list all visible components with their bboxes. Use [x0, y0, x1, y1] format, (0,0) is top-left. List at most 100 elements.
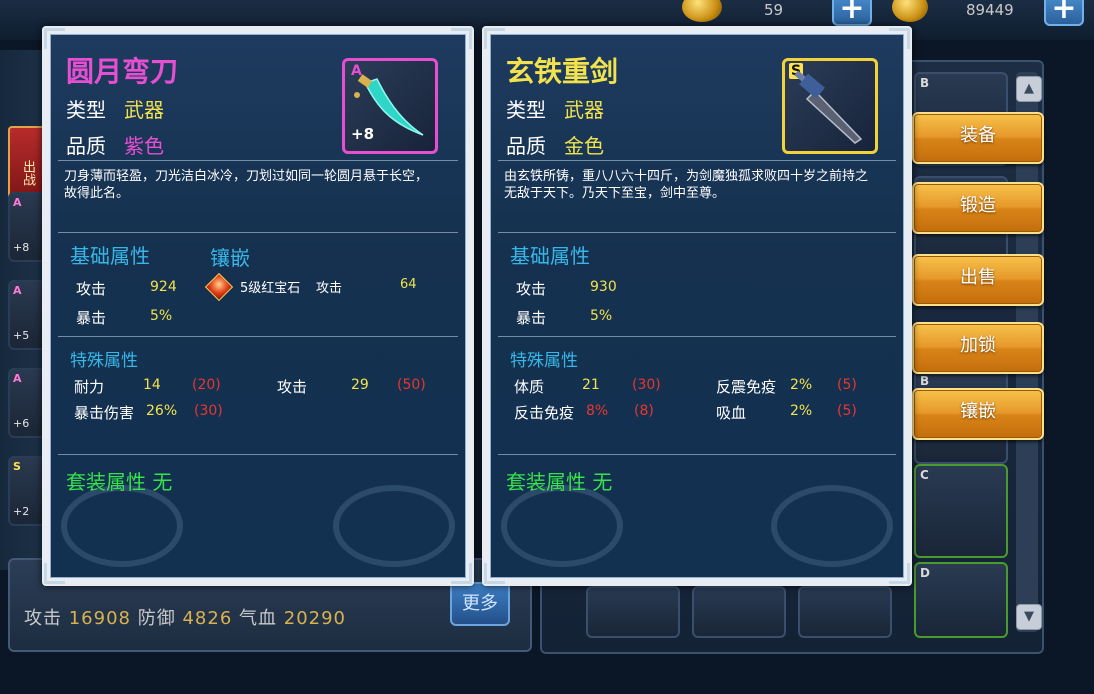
- copper-coin-icon: [892, 0, 928, 22]
- gem-name: 5级红宝石: [240, 281, 301, 296]
- equip-button[interactable]: 装备: [912, 112, 1044, 164]
- inlay-button[interactable]: 镶嵌: [912, 388, 1044, 440]
- more-button[interactable]: 更多: [450, 582, 510, 626]
- quality-label: 品质: [506, 134, 546, 158]
- stat-value: 2%: [790, 377, 813, 393]
- base-attributes-title: 基础属性: [510, 244, 590, 268]
- gold-ingot-icon: [682, 0, 722, 22]
- divider: [58, 160, 458, 161]
- slot-grade: C: [920, 468, 929, 482]
- hp-value: 20290: [283, 608, 347, 629]
- card-corner: [484, 28, 505, 49]
- stat-cap: (8): [634, 403, 654, 419]
- inventory-slot[interactable]: D: [914, 562, 1008, 638]
- stat-cap: (20): [192, 377, 221, 393]
- stat-value: 26%: [146, 403, 178, 419]
- item-name: 玄铁重剑: [506, 55, 619, 88]
- cloud-ornament: [61, 485, 183, 567]
- divider: [498, 336, 896, 337]
- inventory-slot[interactable]: [798, 586, 892, 638]
- lock-button[interactable]: 加锁: [912, 322, 1044, 374]
- special-attributes-title: 特殊属性: [510, 351, 578, 371]
- quality-value: 金色: [564, 134, 604, 158]
- quality-label: 品质: [66, 134, 106, 158]
- stat-label: 反震免疫: [716, 378, 777, 396]
- stat-cap: (5): [837, 377, 857, 393]
- stat-value: 5%: [150, 308, 173, 324]
- slot-grade: B: [920, 374, 930, 388]
- resource-2-value: 89449: [966, 1, 1014, 19]
- attack-label: 攻击: [24, 608, 62, 629]
- stat-label: 暴击伤害: [74, 404, 135, 422]
- stat-label: 暴击: [76, 309, 107, 327]
- quality-value: 紫色: [124, 134, 164, 158]
- card-corner: [484, 563, 505, 584]
- card-corner: [889, 563, 910, 584]
- type-value: 武器: [124, 98, 164, 122]
- character-equip-column: 出战 A +8 A +5 A +6 S +2: [0, 50, 50, 570]
- card-corner: [451, 28, 472, 49]
- inventory-slot[interactable]: C: [914, 464, 1008, 558]
- inventory-slot[interactable]: [692, 586, 786, 638]
- stat-value-maxed: 8%: [586, 403, 609, 419]
- resource-1-value: 59: [764, 1, 784, 19]
- slot-quality: A: [13, 372, 22, 385]
- add-resource-1-button[interactable]: +: [832, 0, 872, 26]
- sell-button[interactable]: 出售: [912, 254, 1044, 306]
- stat-cap: (5): [837, 403, 857, 419]
- slot-grade: B: [920, 76, 930, 90]
- card-corner: [889, 28, 910, 49]
- card-corner: [44, 563, 65, 584]
- slot-level: +6: [13, 417, 30, 430]
- equipped-item-card: 圆月弯刀 类型 武器 品质 紫色 A +8 刀身薄而轻盈，刀光洁白冰冷，刀划过如…: [42, 26, 474, 586]
- stat-value: 930: [590, 279, 617, 295]
- stat-value: 21: [582, 377, 600, 393]
- inventory-slot[interactable]: [586, 586, 680, 638]
- add-resource-2-button[interactable]: +: [1044, 0, 1084, 26]
- stat-value: 924: [150, 279, 177, 295]
- item-description: 由玄铁所铸，重八八六十四斤，为剑魔独孤求败四十岁之前持之无敌于天下。乃天下至宝，…: [504, 169, 869, 201]
- cloud-ornament: [333, 485, 455, 567]
- stat-label: 攻击: [277, 378, 308, 396]
- divider: [498, 160, 896, 161]
- divider: [498, 454, 896, 455]
- stat-cap: (30): [194, 403, 223, 419]
- type-label: 类型: [506, 98, 546, 122]
- item-icon: S: [782, 58, 878, 154]
- stat-label: 耐力: [74, 378, 105, 396]
- stat-label: 体质: [514, 378, 545, 396]
- defense-value: 4826: [182, 608, 233, 629]
- cloud-ornament: [771, 485, 893, 567]
- stat-value: 29: [351, 377, 369, 393]
- stat-label: 攻击: [516, 280, 547, 298]
- stat-label: 吸血: [716, 404, 747, 422]
- item-description: 刀身薄而轻盈，刀光洁白冰冷，刀划过如同一轮圆月悬于长空，故得此名。: [64, 169, 429, 201]
- inlay-title: 镶嵌: [210, 246, 250, 270]
- heavy-sword-icon: [794, 70, 863, 144]
- stats-row: 攻击 16908 防御 4826 气血 20290: [24, 604, 346, 630]
- slot-quality: A: [13, 196, 22, 209]
- gem-value: 64: [400, 277, 417, 292]
- compared-item-card: 玄铁重剑 类型 武器 品质 金色 S 由玄铁所铸，重八八六十四斤，为剑魔独孤求败…: [482, 26, 912, 586]
- cloud-ornament: [501, 485, 623, 567]
- set-attributes: 套装属性 无: [66, 470, 173, 494]
- stat-value: 2%: [790, 403, 813, 419]
- stat-label: 暴击: [516, 309, 547, 327]
- defense-label: 防御: [137, 608, 176, 629]
- special-attributes-title: 特殊属性: [70, 351, 138, 371]
- item-name: 圆月弯刀: [66, 55, 179, 88]
- forge-button[interactable]: 锻造: [912, 182, 1044, 234]
- divider: [58, 454, 458, 455]
- set-attributes: 套装属性 无: [506, 470, 613, 494]
- card-corner: [451, 563, 472, 584]
- icon-level: +8: [351, 125, 375, 143]
- base-attributes-title: 基础属性: [70, 244, 150, 268]
- slot-level: +2: [13, 505, 30, 518]
- stat-cap: (50): [397, 377, 426, 393]
- scroll-up-icon[interactable]: ▲: [1016, 76, 1042, 102]
- stat-cap: (30): [632, 377, 661, 393]
- scroll-down-icon[interactable]: ▼: [1016, 604, 1042, 630]
- gem-stat: 攻击: [316, 281, 343, 296]
- card-corner: [44, 28, 65, 49]
- hp-label: 气血: [239, 608, 278, 629]
